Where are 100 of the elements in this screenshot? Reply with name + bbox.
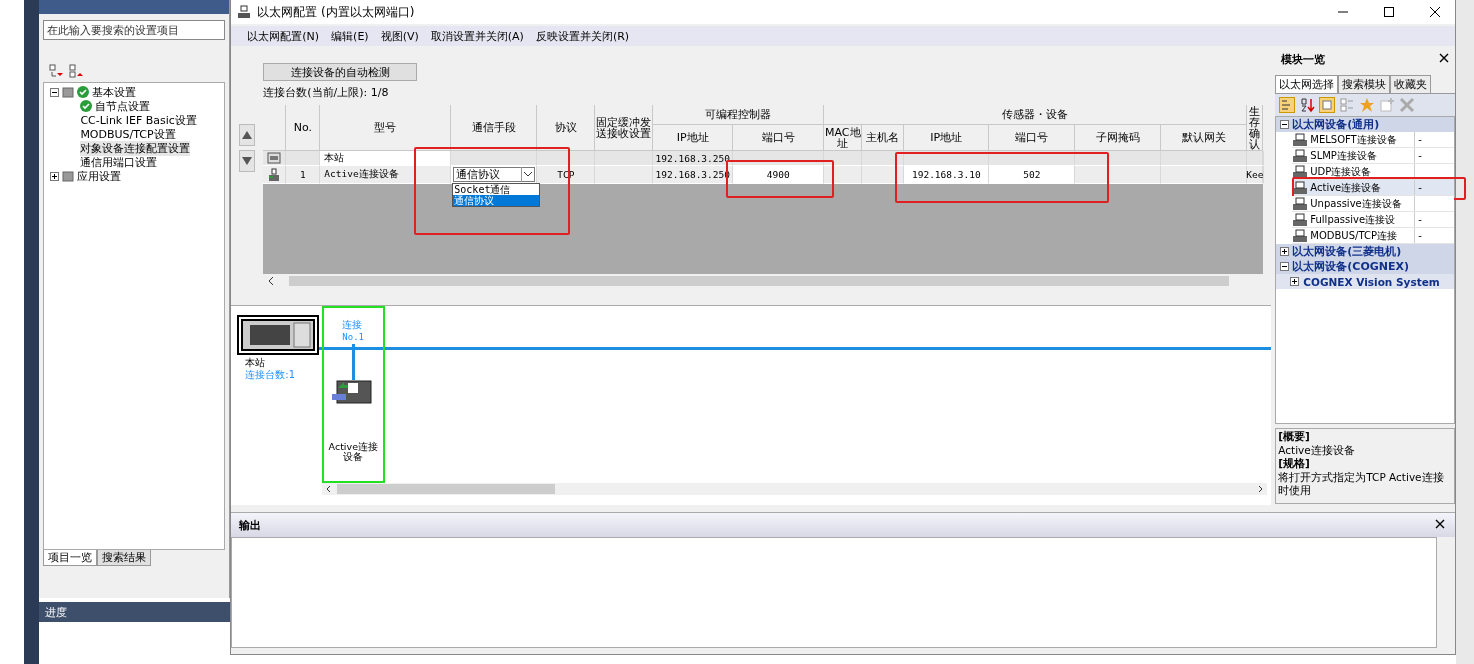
menu-item[interactable]: 编辑(E) (331, 28, 369, 44)
tree-item[interactable]: MODBUS/TCP设置 (80, 126, 176, 142)
table-cell: Active连接设备 (320, 166, 452, 184)
output-title: 输出 (239, 517, 262, 533)
module-name: MELSOFT连接设备 (1309, 133, 1398, 146)
panel-tab[interactable]: 搜索结果 (97, 550, 152, 566)
table-cell: 本站 (320, 151, 452, 166)
menu-item[interactable]: 以太网配置(N) (247, 28, 320, 44)
module-name: Active连接设备 (1309, 181, 1383, 194)
table-cell: 4900 (733, 166, 825, 184)
maximize-icon (1384, 7, 1395, 17)
module-item[interactable]: Fullpassive连接设 - (1292, 212, 1455, 228)
close-icon (1430, 7, 1441, 17)
description-text: 将打开方式指定为TCP Active连接时使用 (1278, 470, 1445, 498)
expand-view-icon[interactable] (1319, 97, 1336, 113)
module-item[interactable]: Active连接设备 - (1292, 180, 1455, 196)
description-heading: [概要] (1278, 430, 1311, 444)
column-header: IP地址 (904, 125, 990, 151)
table-cell (862, 151, 905, 166)
device-icon (1292, 212, 1309, 227)
expand-icon[interactable] (1280, 247, 1290, 256)
tree-item[interactable]: 基本设置 (92, 84, 137, 100)
connection-number: No.1 (342, 332, 364, 342)
panel-tab[interactable]: 收藏夹 (1390, 75, 1432, 93)
device-icon (1292, 164, 1309, 179)
alphabetical-sort-icon[interactable] (1299, 97, 1316, 113)
menu-item[interactable]: 视图(V) (380, 28, 419, 44)
device-icon (1292, 228, 1309, 243)
table-cell (824, 166, 863, 184)
panel-tab[interactable]: 搜索模块 (1338, 75, 1391, 93)
collapse-icon[interactable] (1280, 262, 1290, 271)
search-field[interactable]: 在此输入要搜索的设置项目 (43, 20, 226, 40)
column-header: 默认网关 (1161, 125, 1248, 151)
collapse-all-icon[interactable] (49, 64, 64, 78)
menu-item[interactable]: 取消设置并关闭(A) (430, 28, 524, 44)
expand-icon[interactable] (1290, 277, 1300, 286)
tree-item[interactable]: 对象设备连接配置设置 (80, 140, 191, 156)
station-icon (267, 152, 282, 164)
tree-item[interactable]: 应用设置 (77, 168, 122, 184)
connection-label: 连接 (342, 319, 363, 330)
up-arrow-icon (242, 131, 253, 139)
column-header: 协议 (537, 105, 596, 151)
column-header: 通信手段 (451, 105, 538, 151)
group-label[interactable]: 以太网设备(三菱电机) (1292, 244, 1402, 259)
table-cell: 192.168.3.250 (653, 151, 734, 166)
column-header: IP地址 (653, 125, 734, 151)
table-cell: Kee (1247, 166, 1264, 184)
panel-tab[interactable]: 以太网选择 (1275, 75, 1339, 93)
module-item[interactable]: MELSOFT连接设备 - (1292, 132, 1455, 148)
module-item[interactable]: Unpassive连接设备 (1292, 196, 1455, 212)
scroll-thumb[interactable] (289, 276, 1230, 286)
drop-line (352, 344, 356, 380)
module-value: - (1418, 133, 1422, 146)
dropdown-option[interactable]: 通信协议 (453, 195, 540, 206)
column-header: 主机名 (862, 125, 905, 151)
device-icon (268, 167, 281, 182)
device-icon (1292, 196, 1309, 211)
group-label[interactable]: 以太网设备(通用) (1292, 117, 1380, 132)
column-header: No. (286, 105, 321, 151)
tree-item[interactable]: CC-Link IEF Basic设置 (80, 112, 197, 128)
module-name: Unpassive连接设备 (1309, 197, 1403, 210)
auto-detect-button[interactable]: 连接设备的自动检测 (263, 63, 418, 81)
folder-icon (62, 86, 75, 98)
column-header: 子网掩码 (1075, 125, 1162, 151)
station-label: 本站 (245, 357, 266, 368)
table-cell: 1 (286, 166, 321, 184)
category-sort-icon[interactable] (1279, 97, 1296, 113)
tree-item[interactable]: 通信用端口设置 (80, 154, 158, 170)
scroll-left-icon[interactable] (267, 277, 276, 285)
expand-icon[interactable] (50, 171, 60, 181)
panel-tab[interactable]: 项目一览 (43, 550, 98, 566)
group-label[interactable]: 以太网设备(COGNEX) (1292, 259, 1409, 274)
table-cell (1247, 151, 1264, 166)
module-item[interactable]: MODBUS/TCP连接 - (1292, 228, 1455, 244)
module-item[interactable]: SLMP连接设备 - (1292, 148, 1455, 164)
column-header: MAC地址 (824, 125, 863, 151)
module-value: - (1418, 149, 1422, 162)
description-text: Active连接设备 (1278, 443, 1356, 457)
tree-item[interactable]: 自节点设置 (95, 98, 151, 114)
device-drawing (332, 380, 373, 404)
column-header: 型号 (320, 105, 452, 151)
module-name: SLMP连接设备 (1309, 149, 1378, 162)
collapse-icon[interactable] (50, 87, 60, 97)
table-cell (595, 151, 654, 166)
star-icon[interactable] (1359, 97, 1376, 113)
column-header: 固定缓冲发送接收设置 (595, 105, 654, 151)
table-cell: 192.168.3.10 (904, 166, 990, 184)
move-down-button[interactable] (239, 150, 256, 172)
subgroup-label[interactable]: COGNEX Vision System (1303, 275, 1440, 288)
comm-dropdown[interactable]: 通信协议 (452, 167, 535, 182)
device-icon (1292, 132, 1309, 147)
menu-item[interactable]: 反映设置并关闭(R) (535, 28, 630, 44)
folder-icon (62, 170, 75, 182)
collapse-icon[interactable] (1280, 120, 1290, 129)
table-cell (824, 151, 863, 166)
expand-all-icon[interactable] (69, 64, 84, 78)
down-arrow-icon (242, 157, 253, 165)
move-up-button[interactable] (239, 124, 256, 146)
table-cell (595, 166, 654, 184)
close-icon (1439, 53, 1450, 63)
